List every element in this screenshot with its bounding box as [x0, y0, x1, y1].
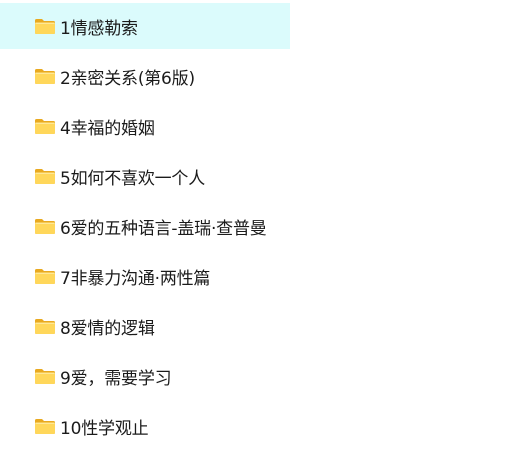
folder-icon: [35, 219, 55, 234]
folder-name: 6爱的五种语言-盖瑞·查普曼: [60, 218, 267, 239]
folder-name: 1情感勒索: [60, 18, 138, 39]
folder-name: 9爱，需要学习: [60, 368, 172, 389]
folder-item-7[interactable]: 9爱，需要学习: [0, 353, 290, 399]
folder-icon: [35, 19, 55, 34]
folder-item-0[interactable]: 1情感勒索: [0, 3, 290, 49]
folder-name: 10性学观止: [60, 418, 149, 439]
folder-item-1[interactable]: 2亲密关系(第6版): [0, 53, 290, 99]
folder-icon: [35, 369, 55, 384]
folder-icon: [35, 169, 55, 184]
folder-icon: [35, 69, 55, 84]
folder-item-5[interactable]: 7非暴力沟通·两性篇: [0, 253, 290, 299]
folder-name: 2亲密关系(第6版): [60, 68, 195, 89]
folder-name: 8爱情的逻辑: [60, 318, 155, 339]
folder-name: 4幸福的婚姻: [60, 118, 155, 139]
folder-name: 7非暴力沟通·两性篇: [60, 268, 211, 289]
folder-item-2[interactable]: 4幸福的婚姻: [0, 103, 290, 149]
folder-icon: [35, 419, 55, 434]
folder-item-8[interactable]: 10性学观止: [0, 403, 290, 449]
folder-icon: [35, 119, 55, 134]
folder-name: 5如何不喜欢一个人: [60, 168, 206, 189]
folder-item-4[interactable]: 6爱的五种语言-盖瑞·查普曼: [0, 203, 290, 249]
folder-list: 1情感勒索 2亲密关系(第6版) 4幸福的婚姻 5如何不喜欢一个人 6爱的五种语…: [0, 0, 527, 463]
folder-icon: [35, 319, 55, 334]
folder-item-6[interactable]: 8爱情的逻辑: [0, 303, 290, 349]
folder-icon: [35, 269, 55, 284]
folder-item-3[interactable]: 5如何不喜欢一个人: [0, 153, 290, 199]
